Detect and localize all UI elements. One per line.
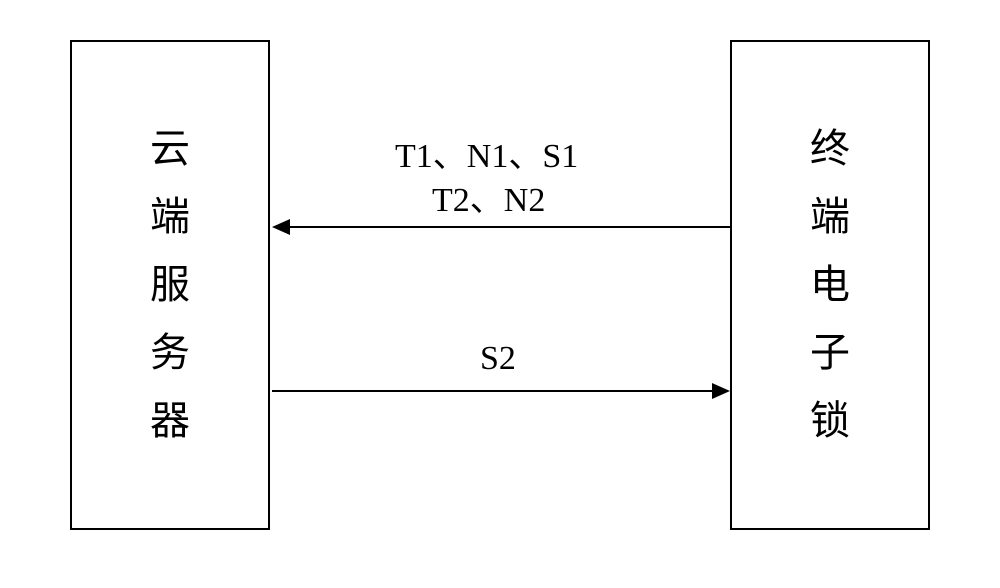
arrow-bottom-line (272, 390, 714, 392)
arrow-top-head-icon (272, 219, 290, 235)
terminal-lock-box: 终 端 电 子 锁 (730, 40, 930, 530)
terminal-lock-label: 终 端 电 子 锁 (810, 115, 850, 455)
char: 电 (810, 251, 850, 319)
char: 锁 (810, 387, 850, 455)
char: 云 (150, 115, 190, 183)
char: 子 (810, 319, 850, 387)
cloud-server-box: 云 端 服 务 器 (70, 40, 270, 530)
char: 端 (810, 183, 850, 251)
char: 服 (150, 251, 190, 319)
char: 器 (150, 387, 190, 455)
arrow-bottom-head-icon (712, 383, 730, 399)
arrow-top-line (288, 226, 730, 228)
arrow-top-label-line1: T1、N1、S1 (395, 128, 578, 177)
cloud-server-label: 云 端 服 务 器 (150, 115, 190, 455)
char: 终 (810, 115, 850, 183)
char: 务 (150, 319, 190, 387)
arrow-bottom-label: S2 (480, 340, 516, 378)
char: 端 (150, 183, 190, 251)
arrow-top-label-line2: T2、N2 (432, 172, 545, 221)
